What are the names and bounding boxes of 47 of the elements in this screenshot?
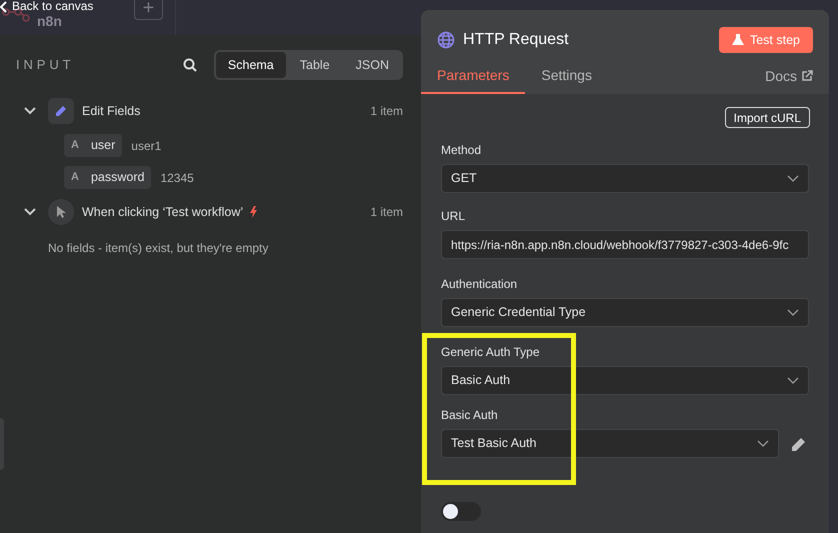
select-field[interactable]: Test Basic Auth <box>441 429 779 458</box>
search-icon <box>182 58 197 72</box>
external-link-icon <box>801 70 813 82</box>
select-field[interactable]: GET <box>441 164 809 193</box>
back-link[interactable]: Back to canvas <box>0 0 94 13</box>
field-value: user1 <box>131 138 162 154</box>
item-count: 1 item <box>370 204 403 221</box>
type-label: A <box>71 138 79 154</box>
chevron-down-icon <box>757 440 769 447</box>
view-tab[interactable]: Schema <box>216 52 286 78</box>
select-field[interactable]: Generic Credential Type <box>441 298 809 327</box>
node-title: HTTP Request <box>463 30 569 50</box>
select-field[interactable]: Basic Auth <box>441 366 809 395</box>
import-curl-button[interactable]: Import cURL <box>724 107 810 128</box>
empty-message: No fields - item(s) exist, but they're empty <box>48 240 270 257</box>
field-label: Method <box>441 143 482 157</box>
field-key: password <box>90 168 144 187</box>
field-label: URL <box>441 209 466 223</box>
logo-text: n8n <box>37 14 62 29</box>
type-label: A <box>71 170 79 186</box>
view-tab[interactable]: Table <box>288 52 342 78</box>
panel-tab[interactable]: Settings <box>525 58 608 94</box>
field-key: user <box>90 136 116 155</box>
flask-icon <box>732 34 744 46</box>
pencil-icon <box>791 436 807 452</box>
toggle-switch[interactable] <box>441 502 481 521</box>
chevron-down-icon <box>787 377 799 384</box>
lightning-icon <box>249 206 258 218</box>
panel-title: INPUT <box>16 56 74 74</box>
item-count: 1 item <box>370 103 403 120</box>
node-name: Edit Fields <box>82 102 140 120</box>
url-input[interactable]: https://ria-n8n.app.n8n.cloud/webhook/f3779827-c303-4de6-9fc <box>441 230 809 259</box>
globe-icon <box>437 31 455 49</box>
panel-tab[interactable]: Parameters <box>421 58 526 94</box>
chevron-down-icon[interactable] <box>24 105 36 117</box>
field-label: Generic Auth Type <box>441 345 541 359</box>
docs-link[interactable]: Docs <box>765 58 829 94</box>
cursor-icon <box>54 205 68 219</box>
chevron-down-icon <box>787 309 799 316</box>
chevron-down-icon[interactable] <box>24 206 36 218</box>
field-label: Basic Auth <box>441 408 499 422</box>
node-name: When clicking ‘Test workflow’ <box>82 204 244 221</box>
field-value: 12345 <box>160 170 194 186</box>
view-tab[interactable]: JSON <box>344 52 401 78</box>
chevron-down-icon <box>787 175 799 182</box>
field-label: Authentication <box>441 277 518 291</box>
pencil-icon <box>54 104 68 118</box>
